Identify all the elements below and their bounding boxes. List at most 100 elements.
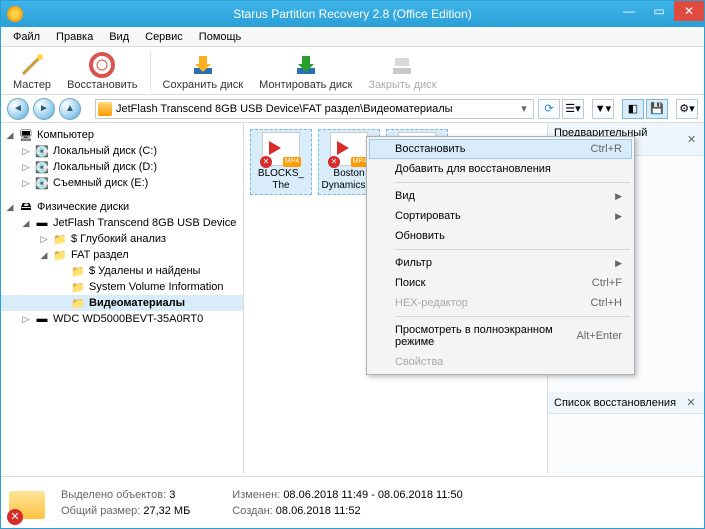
tree-jetflash[interactable]: ◢▬JetFlash Transcend 8GB USB Device bbox=[1, 215, 243, 231]
ctx-search[interactable]: ПоискCtrl+F bbox=[369, 273, 632, 293]
toolbar: Мастер Восстановить Сохранить диск Монти… bbox=[1, 47, 704, 95]
tree-local-d[interactable]: ▷💽Локальный диск (D:) bbox=[1, 159, 243, 175]
mount-disk-button[interactable]: Монтировать диск bbox=[251, 49, 360, 93]
window-title: Starus Partition Recovery 2.8 (Office Ed… bbox=[233, 7, 472, 21]
deep-icon: 📁 bbox=[52, 232, 68, 246]
ctx-properties: Свойства bbox=[369, 352, 632, 372]
menu-service[interactable]: Сервис bbox=[139, 29, 189, 45]
mount-disk-icon bbox=[292, 51, 320, 79]
folder-icon bbox=[98, 102, 112, 116]
nav-forward-button[interactable]: ► bbox=[33, 98, 55, 120]
address-dropdown-icon[interactable]: ▾ bbox=[517, 102, 531, 115]
save-disk-icon bbox=[189, 51, 217, 79]
usb-icon: 💽 bbox=[34, 176, 50, 190]
file-label: BLOCKS_ The instrument ... bbox=[253, 168, 309, 192]
deleted-icon: 📁 bbox=[70, 264, 86, 278]
menu-edit[interactable]: Правка bbox=[50, 29, 99, 45]
tree-deep-analysis[interactable]: ▷📁$ Глубокий анализ bbox=[1, 231, 243, 247]
disk-group-icon: 🖴 bbox=[18, 200, 34, 214]
ctx-fullscreen[interactable]: Просмотреть в полноэкранном режимеAlt+En… bbox=[369, 320, 632, 352]
video-file-icon: MP4✕ bbox=[262, 132, 300, 166]
status-folder-icon: ✕ bbox=[9, 483, 49, 523]
recovery-list-title: Список восстановления bbox=[554, 397, 676, 409]
preview-toggle-button[interactable]: ◧ bbox=[622, 99, 644, 119]
filter-button[interactable]: ▼▾ bbox=[592, 99, 614, 119]
views-button[interactable]: ☰▾ bbox=[562, 99, 584, 119]
nav-right-controls: ⟳ ☰▾ ▼▾ ◧ 💾 ⚙▾ bbox=[538, 99, 698, 119]
ctx-recover[interactable]: ВосстановитьCtrl+R bbox=[369, 139, 632, 159]
status-bar: ✕ Выделено объектов: 3 Общий размер: 27,… bbox=[1, 476, 704, 528]
refresh-button[interactable]: ⟳ bbox=[538, 99, 560, 119]
options-button[interactable]: ⚙▾ bbox=[676, 99, 698, 119]
ctx-sort[interactable]: Сортировать▶ bbox=[369, 206, 632, 226]
ctx-refresh[interactable]: Обновить bbox=[369, 226, 632, 246]
ctx-separator bbox=[395, 249, 630, 250]
titlebar: Starus Partition Recovery 2.8 (Office Ed… bbox=[1, 1, 704, 27]
drive-icon: 💽 bbox=[34, 144, 50, 158]
recover-label: Восстановить bbox=[67, 79, 137, 91]
usb-device-icon: ▬ bbox=[34, 216, 50, 230]
app-icon bbox=[7, 6, 23, 22]
tree-computer[interactable]: ◢🖥Компьютер bbox=[1, 127, 243, 143]
ctx-view[interactable]: Вид▶ bbox=[369, 186, 632, 206]
nav-back-button[interactable]: ◄ bbox=[7, 98, 29, 120]
close-disk-icon bbox=[388, 51, 416, 79]
ctx-separator bbox=[395, 316, 630, 317]
status-modified: Изменен: 08.06.2018 11:49 - 08.06.2018 1… bbox=[232, 489, 462, 501]
tree-physical-disks[interactable]: ◢🖴Физические диски bbox=[1, 199, 243, 215]
wizard-button[interactable]: Мастер bbox=[5, 49, 59, 93]
recover-button[interactable]: Восстановить bbox=[59, 49, 145, 93]
deleted-mark-icon: ✕ bbox=[260, 156, 272, 168]
ctx-add-recover[interactable]: Добавить для восстановления bbox=[369, 159, 632, 179]
tree-deleted-found[interactable]: 📁$ Удалены и найдены bbox=[1, 263, 243, 279]
recovery-list-body bbox=[548, 414, 704, 474]
save-panel-button[interactable]: 💾 bbox=[646, 99, 668, 119]
computer-icon: 🖥 bbox=[18, 128, 34, 142]
navbar: ◄ ► ▲ JetFlash Transcend 8GB USB Device\… bbox=[1, 95, 704, 123]
folder-tree[interactable]: ◢🖥Компьютер ▷💽Локальный диск (C:) ▷💽Лока… bbox=[1, 123, 244, 474]
address-bar[interactable]: JetFlash Transcend 8GB USB Device\FAT ра… bbox=[95, 99, 534, 119]
status-size: Общий размер: 27,32 МБ bbox=[61, 505, 190, 517]
save-disk-button[interactable]: Сохранить диск bbox=[155, 49, 252, 93]
address-text: JetFlash Transcend 8GB USB Device\FAT ра… bbox=[116, 103, 517, 115]
close-button[interactable]: ✕ bbox=[674, 1, 704, 21]
menubar: Файл Правка Вид Сервис Помощь bbox=[1, 27, 704, 47]
wand-icon bbox=[18, 51, 46, 79]
tree-sysvol[interactable]: 📁System Volume Information bbox=[1, 279, 243, 295]
recovery-list-close-icon[interactable]: ✕ bbox=[684, 396, 698, 409]
partition-icon: 📁 bbox=[52, 248, 68, 262]
deleted-mark-icon: ✕ bbox=[328, 156, 340, 168]
drive-icon: 💽 bbox=[34, 160, 50, 174]
tree-wdc[interactable]: ▷▬WDC WD5000BEVT-35A0RT0 bbox=[1, 311, 243, 327]
tree-fat-partition[interactable]: ◢📁FAT раздел bbox=[1, 247, 243, 263]
menu-help[interactable]: Помощь bbox=[193, 29, 248, 45]
preview-close-icon[interactable]: ✕ bbox=[685, 133, 698, 146]
status-created: Создан: 08.06.2018 11:52 bbox=[232, 505, 462, 517]
ctx-hex: HEX-редакторCtrl+H bbox=[369, 293, 632, 313]
status-selected: Выделено объектов: 3 bbox=[61, 489, 190, 501]
folder-icon: 📁 bbox=[70, 280, 86, 294]
ctx-filter[interactable]: Фильтр▶ bbox=[369, 253, 632, 273]
nav-up-button[interactable]: ▲ bbox=[59, 98, 81, 120]
ctx-separator bbox=[395, 182, 630, 183]
close-disk-label: Закрыть диск bbox=[368, 79, 436, 91]
toolbar-separator bbox=[150, 51, 151, 91]
minimize-button[interactable]: — bbox=[614, 1, 644, 21]
save-disk-label: Сохранить диск bbox=[163, 79, 244, 91]
tree-local-c[interactable]: ▷💽Локальный диск (C:) bbox=[1, 143, 243, 159]
wizard-label: Мастер bbox=[13, 79, 51, 91]
maximize-button[interactable]: ▭ bbox=[644, 1, 674, 21]
chevron-right-icon: ▶ bbox=[615, 191, 622, 202]
menu-view[interactable]: Вид bbox=[103, 29, 135, 45]
mount-disk-label: Монтировать диск bbox=[259, 79, 352, 91]
tree-removable-e[interactable]: ▷💽Съемный диск (E:) bbox=[1, 175, 243, 191]
menu-file[interactable]: Файл bbox=[7, 29, 46, 45]
chevron-right-icon: ▶ bbox=[615, 211, 622, 222]
file-item[interactable]: MP4✕ BLOCKS_ The instrument ... bbox=[250, 129, 312, 195]
tree-video-materials[interactable]: 📁Видеоматериалы bbox=[1, 295, 243, 311]
lifebuoy-icon bbox=[88, 51, 116, 79]
recovery-list-header: Список восстановления ✕ bbox=[548, 392, 704, 414]
window-controls: — ▭ ✕ bbox=[614, 1, 704, 21]
folder-icon: 📁 bbox=[70, 296, 86, 310]
video-file-icon: MP4✕ bbox=[330, 132, 368, 166]
